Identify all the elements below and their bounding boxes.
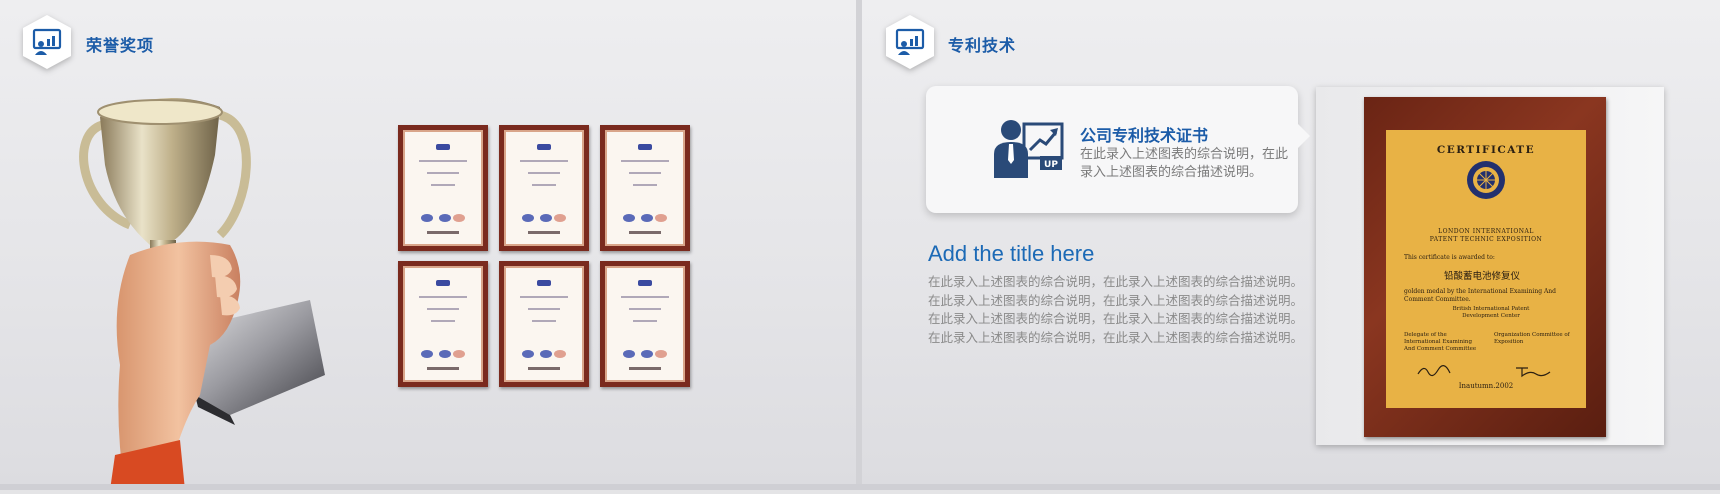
presentation-chart-icon [21,13,73,71]
committee-label: Organization Committee of Exposition [1494,332,1570,345]
issuing-center: British International Patent Development… [1452,306,1530,319]
certificate-thumbnail [600,261,690,387]
body-line: 在此录入上述图表的综合说明，在此录入上述图表的综合描述说明。 [928,274,1304,289]
presentation-chart-icon [884,13,936,71]
body-line: 在此录入上述图表的综合说明，在此录入上述图表的综合描述说明。 [928,329,1304,345]
emblem-icon [1466,160,1506,200]
trophy-image [70,95,360,490]
svg-text:UP: UP [1044,160,1058,170]
certificate-thumbnail [499,261,589,387]
body-line: 在此录入上述图表的综合说明，在此录入上述图表的综合描述说明。 [928,311,1304,326]
content-title: Add the title here [928,241,1095,266]
bottom-bar [0,484,1720,490]
card-pointer [1296,122,1310,150]
person-up-chart-icon: UP [994,118,1064,180]
certificate-thumbnail [499,125,589,251]
certificate-title: CERTIFICATE [1436,144,1536,156]
product-name: 铅酸蓄电池修复仪 [1444,271,1521,282]
section-title-patents: 专利技术 [948,36,1017,55]
card-description: 在此录入上述图表的综合说明，在此录入上述图表的综合描述说明。 [1080,147,1289,180]
certificate-thumbnail [398,261,488,387]
certificate-thumbnail [398,125,488,251]
body-text: 在此录入上述图表的综合说明，在此录入上述图表的综合描述说明。 在此录入上述图表的… [928,273,1308,347]
medal-line: golden medal by the International Examin… [1404,288,1556,303]
certificate-thumbnail [600,125,690,251]
place-date: Inautumn.2002 [1458,382,1514,390]
certificate-grid [398,125,693,387]
certificate-panel: CERTIFICATE LONDON INTERNATIONAL PATENT … [1386,130,1586,408]
organizer-name: LONDON INTERNATIONAL PATENT TECHNIC EXPO… [1429,228,1543,243]
delegate-label: Delegate of the International Examining … [1404,332,1477,352]
card-title: 公司专利技术证书 [1080,126,1209,145]
signature-right [1514,363,1554,378]
section-title-honors: 荣誉奖项 [86,36,155,55]
body-line: 在此录入上述图表的综合说明，在此录入上述图表的综合描述说明。 [928,292,1304,308]
awarded-to: This certificate is awarded to: [1404,254,1495,261]
signature-left [1416,363,1456,377]
